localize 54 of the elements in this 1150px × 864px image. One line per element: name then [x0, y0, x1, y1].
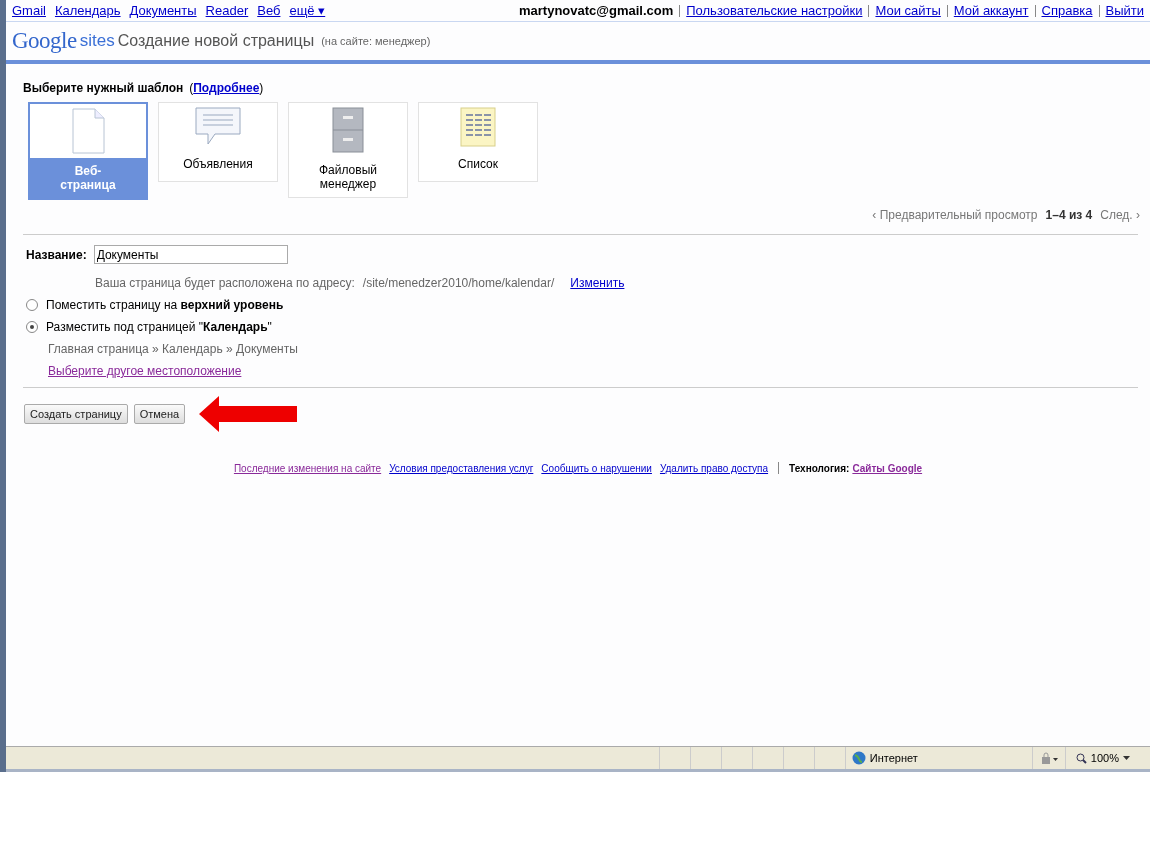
radio-label: Поместить страницу на верхний уровень [46, 298, 284, 312]
page-subtitle: (на сайте: менеджер) [321, 35, 431, 47]
footer-link[interactable]: Сайты Google [852, 462, 923, 474]
account-link[interactable]: Мой аккаунт [953, 3, 1029, 18]
parenthesis: ) [259, 81, 264, 95]
zoom-level[interactable]: 100% [1090, 752, 1119, 764]
page-icon [71, 108, 105, 154]
next-link[interactable]: След. › [1100, 208, 1140, 222]
breadcrumb: Главная страница » Календарь » Документы [48, 342, 299, 356]
account-email: martynovatc@gmail.com [518, 3, 674, 18]
account-link[interactable]: Выйти [1105, 3, 1144, 18]
account-link[interactable]: Пользовательские настройки [686, 3, 863, 18]
footer-link[interactable]: Условия предоставления услуг [389, 462, 534, 474]
globe-icon [851, 751, 866, 765]
footer-link[interactable]: Удалить право доступа [659, 462, 769, 474]
preview-link[interactable]: ‹ Предварительный просмотр [872, 208, 1038, 222]
radio-label: Разместить под страницей "Календарь" [46, 320, 272, 334]
address-label: Ваша страница будет расположена по адресу: [95, 276, 355, 290]
technology-label: Технология: [789, 462, 850, 474]
sites-logo-text: sites [79, 31, 115, 51]
name-label: Название: [26, 247, 87, 262]
action-button[interactable]: Создать страницу [24, 404, 128, 424]
file-cabinet-icon [332, 107, 364, 153]
security-zone: Интернет [869, 752, 918, 764]
google-logo[interactable]: Google [12, 28, 77, 54]
parenthesis: ( [189, 81, 194, 95]
address-path: /site/menedzer2010/home/kalendar/ [362, 276, 555, 290]
section-heading: Выберите нужный шаблон [23, 81, 184, 95]
top-nav-link[interactable]: Документы [129, 3, 197, 18]
speech-bubble-icon [195, 107, 241, 147]
top-nav-link[interactable]: ещё ▾ [289, 3, 326, 18]
dropdown-caret-icon[interactable] [1123, 756, 1130, 760]
footer-link[interactable]: Сообщить о нарушении [541, 462, 652, 474]
account-link[interactable]: Мои сайты [875, 3, 941, 18]
name-input[interactable]: Документы [93, 245, 288, 264]
change-link[interactable]: Изменить [570, 276, 625, 290]
template-card[interactable]: Список [418, 102, 538, 182]
list-sheet-icon [460, 107, 496, 147]
footer-link[interactable]: Последние изменения на сайте [233, 462, 382, 474]
radio-button[interactable] [26, 321, 38, 333]
top-nav-link[interactable]: Reader [205, 3, 249, 18]
template-card[interactable]: Объявления [158, 102, 278, 182]
top-nav-link[interactable]: Календарь [54, 3, 121, 18]
template-card[interactable]: Файловый менеджер [288, 102, 408, 198]
zoom-icon [1075, 752, 1087, 764]
page-range: 1–4 из 4 [1045, 208, 1093, 222]
action-button[interactable]: Отмена [133, 404, 186, 424]
radio-button[interactable] [26, 299, 38, 311]
more-link[interactable]: Подробнее [193, 81, 260, 95]
page-title: Создание новой страницы [117, 32, 315, 50]
top-nav-link[interactable]: Gmail [12, 3, 46, 18]
other-location-link[interactable]: Выберите другое местоположение [48, 364, 242, 378]
account-link[interactable]: Справка [1041, 3, 1093, 18]
top-nav-link[interactable]: Веб [257, 3, 281, 18]
